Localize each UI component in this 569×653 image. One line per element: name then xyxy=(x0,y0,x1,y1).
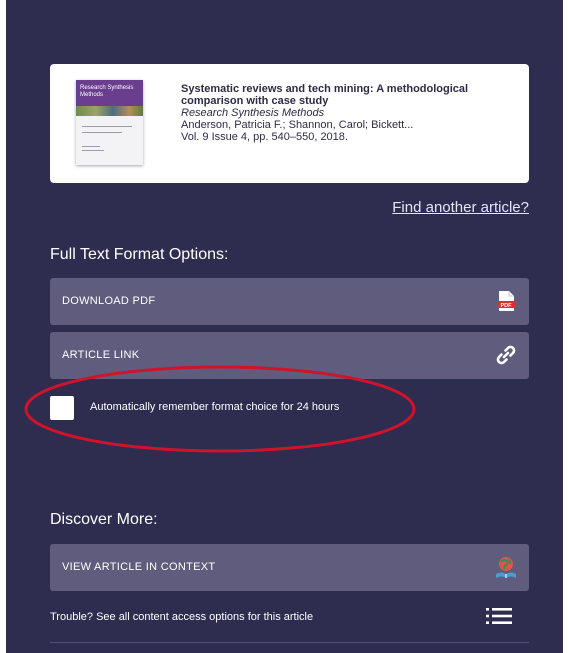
view-article-in-context-button[interactable]: VIEW ARTICLE IN CONTEXT xyxy=(50,544,529,591)
content-panel: Research Synthesis Methods Systematic re… xyxy=(6,0,563,653)
full-text-heading: Full Text Format Options: xyxy=(50,246,229,263)
article-details: Systematic reviews and tech mining: A me… xyxy=(181,83,521,143)
trouble-text[interactable]: Trouble? See all content access options … xyxy=(50,611,313,623)
article-title: Systematic reviews and tech mining: A me… xyxy=(181,83,469,107)
download-pdf-label: DOWNLOAD PDF xyxy=(62,295,156,307)
article-card[interactable]: Research Synthesis Methods Systematic re… xyxy=(50,64,529,183)
book-globe-icon xyxy=(496,557,516,578)
pdf-icon: PDF xyxy=(497,291,515,311)
link-icon xyxy=(496,345,516,365)
view-article-in-context-label: VIEW ARTICLE IN CONTEXT xyxy=(62,561,216,573)
svg-text:PDF: PDF xyxy=(501,303,513,309)
find-another-article-link[interactable]: Find another article? xyxy=(392,199,529,216)
divider xyxy=(50,642,529,643)
cover-title: Research Synthesis Methods xyxy=(80,85,134,98)
article-authors: Anderson, Patricia F.; Shannon, Carol; B… xyxy=(181,119,414,131)
journal-cover-image: Research Synthesis Methods xyxy=(76,80,143,165)
download-pdf-button[interactable]: DOWNLOAD PDF PDF xyxy=(50,278,529,325)
list-icon[interactable] xyxy=(485,605,513,627)
annotation-ellipse xyxy=(24,365,416,453)
article-journal: Research Synthesis Methods xyxy=(181,107,325,119)
discover-more-heading: Discover More: xyxy=(50,511,158,528)
article-citation: Vol. 9 Issue 4, pp. 540–550, 2018. xyxy=(181,131,348,143)
